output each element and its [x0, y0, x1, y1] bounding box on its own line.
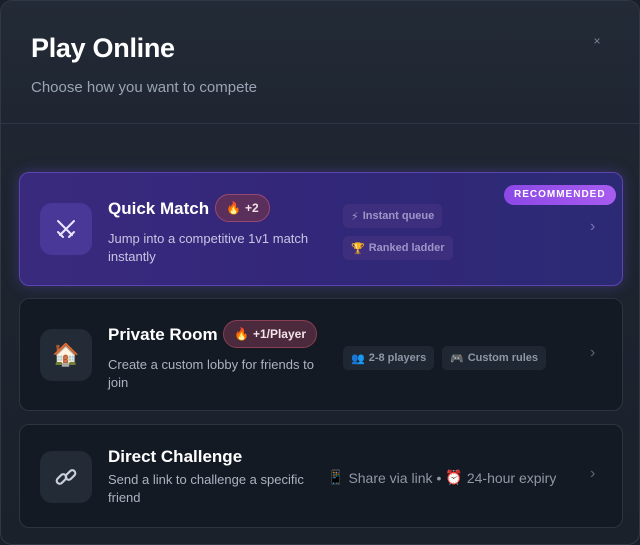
bonus-badge: 🔥 +2: [215, 194, 270, 222]
close-icon[interactable]: ×: [589, 33, 605, 49]
direct-challenge-card[interactable]: Direct Challenge Send a link to challeng…: [19, 424, 623, 528]
expiry-label: 24-hour expiry: [466, 469, 557, 486]
fire-icon: 🔥: [226, 201, 241, 215]
bonus-badge: 🔥 +1/Player: [223, 320, 317, 348]
link-icon: [40, 451, 92, 503]
trophy-icon: 🏆: [351, 242, 365, 255]
chevron-right-icon: ›: [590, 465, 596, 482]
house-icon: 🏠: [40, 329, 92, 381]
card-description: Send a link to challenge a specific frie…: [108, 472, 304, 505]
tag-label: Instant queue: [362, 210, 435, 222]
share-label: Share via link: [348, 469, 433, 486]
tag-player-count: 👥 2-8 players: [343, 346, 435, 370]
tag-ranked-ladder: 🏆 Ranked ladder: [343, 236, 453, 260]
tag-instant-queue: ⚡ Instant queue: [343, 204, 443, 228]
private-room-card[interactable]: 🏠 Private Room 🔥 +1/Player Create a cust…: [19, 298, 623, 411]
chevron-right-icon: ›: [590, 344, 596, 361]
card-title: Quick Match: [108, 199, 210, 218]
challenge-meta: 📱 Share via link • ⏰ 24-hour expiry: [327, 469, 556, 486]
bonus-label: +1/Player: [252, 327, 306, 341]
crossed-swords-icon: [40, 203, 92, 255]
alarm-clock-icon: ⏰: [445, 469, 463, 485]
quick-match-card[interactable]: Quick Match 🔥 +2 Jump into a competitive…: [19, 172, 623, 286]
card-description: Create a custom lobby for friends to joi…: [108, 357, 314, 390]
modal-subtitle: Choose how you want to compete: [31, 79, 257, 96]
bonus-label: +2: [244, 201, 259, 215]
modal-header: Play Online Choose how you want to compe…: [1, 1, 639, 124]
tag-label: Ranked ladder: [368, 242, 445, 254]
chevron-right-icon: ›: [590, 218, 596, 235]
phone-icon: 📱: [327, 469, 345, 485]
card-description: Jump into a competitive 1v1 match instan…: [108, 231, 309, 264]
tag-label: 2-8 players: [368, 352, 427, 364]
card-title: Private Room: [108, 325, 218, 344]
tag-custom-rules: 🎮 Custom rules: [442, 346, 546, 370]
meta-separator: •: [436, 469, 442, 486]
tag-label: Custom rules: [467, 352, 538, 364]
modal-title: Play Online: [31, 33, 175, 63]
users-icon: 👥: [351, 352, 365, 365]
gamepad-icon: 🎮: [450, 352, 464, 365]
play-online-modal: Play Online Choose how you want to compe…: [0, 0, 640, 545]
card-title: Direct Challenge: [108, 447, 243, 466]
recommended-badge: RECOMMENDED: [504, 185, 616, 205]
lightning-icon: ⚡: [351, 210, 359, 223]
fire-icon: 🔥: [234, 327, 249, 341]
